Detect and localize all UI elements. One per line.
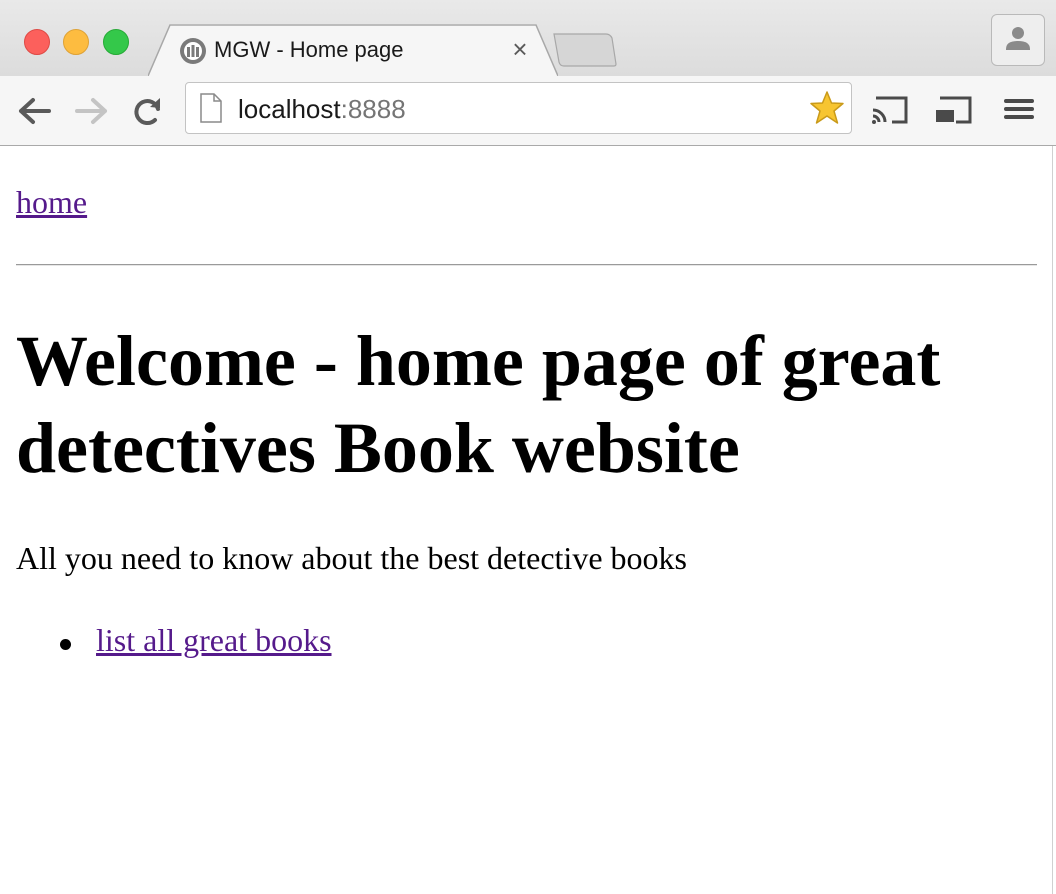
page-icon [200, 93, 222, 123]
browser-window: MGW - Home page × localhost:8888 home We… [0, 0, 1056, 894]
close-window-button[interactable] [24, 29, 50, 55]
maximize-window-button[interactable] [103, 29, 129, 55]
site-favicon-icon [180, 38, 206, 64]
minimize-window-button[interactable] [63, 29, 89, 55]
list-all-books-link[interactable]: list all great books [96, 622, 332, 659]
list-bullet [60, 639, 71, 650]
back-arrow-icon[interactable] [17, 95, 53, 127]
page-content [0, 146, 1053, 894]
page-title: Welcome - home page of great detectives … [16, 321, 941, 488]
tab-title: MGW - Home page [214, 37, 404, 62]
url-port: :8888 [340, 94, 406, 124]
url-text[interactable]: localhost:8888 [238, 94, 406, 125]
horizontal-rule [16, 264, 1037, 266]
url-host: localhost [238, 94, 341, 124]
cast-icon[interactable] [870, 92, 910, 126]
bookmark-star-icon[interactable] [809, 90, 845, 126]
page-lead-text: All you need to know about the best dete… [16, 540, 687, 576]
tab-close-icon[interactable]: × [508, 36, 532, 62]
menu-icon[interactable] [1000, 92, 1040, 126]
cast-screen-icon[interactable] [934, 92, 974, 126]
new-tab-button[interactable] [552, 32, 618, 68]
profile-button[interactable] [991, 14, 1045, 66]
forward-arrow-icon[interactable] [73, 95, 109, 127]
profile-icon [1006, 27, 1030, 50]
home-link[interactable]: home [16, 184, 87, 221]
reload-icon[interactable] [130, 95, 166, 127]
